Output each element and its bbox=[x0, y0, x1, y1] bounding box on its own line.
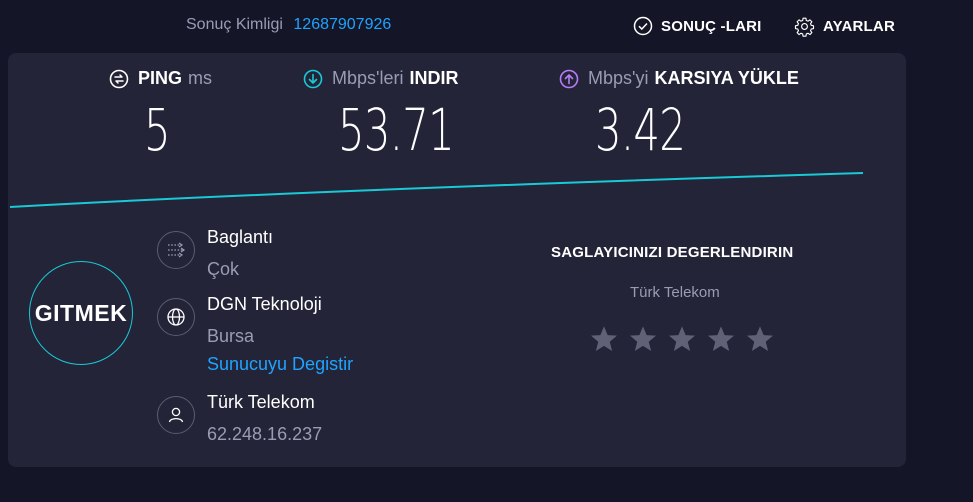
download-arrow-icon bbox=[303, 69, 323, 88]
check-circle-icon bbox=[633, 16, 653, 36]
star-rating bbox=[589, 324, 784, 354]
star-icon[interactable] bbox=[628, 324, 667, 354]
ping-unit: ms bbox=[188, 68, 213, 88]
download-name: INDIR bbox=[409, 68, 459, 88]
star-icon[interactable] bbox=[745, 324, 784, 354]
user-icon bbox=[157, 396, 195, 434]
connections-icon bbox=[157, 231, 195, 269]
connection-title: Baglantı bbox=[207, 227, 274, 247]
download-metric: Mbps'leri INDIR 53.71 bbox=[303, 68, 458, 164]
star-icon[interactable] bbox=[589, 324, 628, 354]
upload-header: Mbps'yi KARSIYA YÜKLE bbox=[559, 68, 799, 89]
results-label: SONUÇ -LARI bbox=[661, 17, 762, 35]
gear-icon bbox=[794, 17, 815, 37]
results-button[interactable]: SONUÇ -LARI bbox=[633, 16, 762, 36]
star-icon[interactable] bbox=[667, 324, 706, 354]
star-icon[interactable] bbox=[706, 324, 745, 354]
download-value: 53.71 bbox=[338, 96, 455, 164]
upload-unit: Mbps'yi bbox=[588, 68, 649, 88]
upload-name: KARSIYA YÜKLE bbox=[654, 68, 799, 88]
globe-icon bbox=[157, 298, 195, 336]
upload-arrow-icon bbox=[559, 69, 579, 88]
download-header: Mbps'leri INDIR bbox=[303, 68, 458, 89]
isp-ip: 62.248.16.237 bbox=[207, 424, 323, 444]
upload-metric: Mbps'yi KARSIYA YÜKLE 3.42 bbox=[559, 68, 799, 164]
speed-graph-line bbox=[9, 172, 864, 208]
settings-label: AYARLAR bbox=[823, 18, 895, 35]
go-button[interactable]: GITMEK bbox=[29, 261, 133, 365]
ping-icon bbox=[109, 69, 129, 88]
ping-header: PING ms bbox=[109, 68, 212, 89]
change-server-link[interactable]: Sunucuyu Degistir bbox=[207, 354, 353, 375]
settings-button[interactable]: AYARLAR bbox=[794, 16, 895, 37]
server-name: DGN Teknoloji bbox=[207, 294, 322, 314]
ping-name: PING bbox=[138, 68, 183, 88]
top-bar: Sonuç Kimligi 12687907926 SONUÇ -LARI AY… bbox=[0, 0, 973, 52]
rate-provider-title: SAGLAYICINIZI DEGERLENDIRIN bbox=[551, 244, 794, 261]
download-unit: Mbps'leri bbox=[332, 68, 404, 88]
isp-name: Türk Telekom bbox=[207, 392, 315, 412]
result-id: Sonuç Kimligi 12687907926 bbox=[186, 16, 391, 34]
rate-provider-name: Türk Telekom bbox=[630, 284, 720, 301]
upload-value: 3.42 bbox=[595, 96, 686, 164]
result-panel: PING ms 5 Mbps'leri INDIR 53.71 Mbps'yi … bbox=[8, 53, 906, 467]
result-id-label: Sonuç Kimligi bbox=[186, 16, 283, 33]
connection-value[interactable]: Çok bbox=[207, 259, 239, 280]
server-location: Bursa bbox=[207, 326, 255, 346]
result-id-value[interactable]: 12687907926 bbox=[293, 16, 391, 33]
ping-value: 5 bbox=[144, 96, 171, 164]
ping-metric: PING ms 5 bbox=[109, 68, 212, 164]
